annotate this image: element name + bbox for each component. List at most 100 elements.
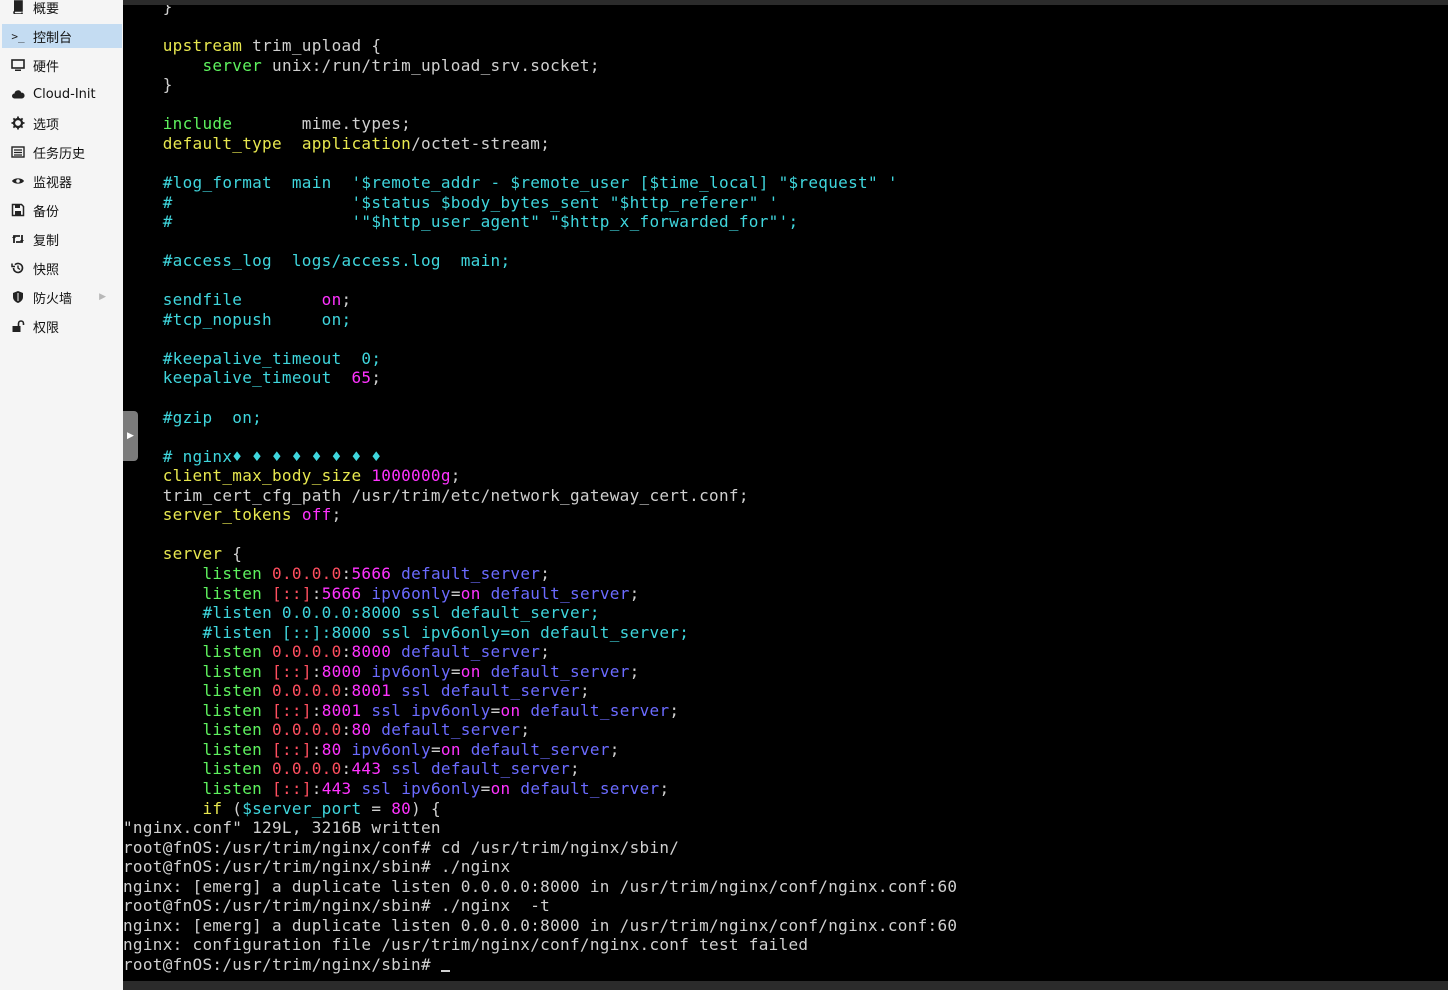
terminal-token: listen: [202, 681, 263, 701]
terminal-token: default_server: [401, 642, 541, 662]
terminal-token: ;: [570, 759, 580, 779]
nav-item-permissions[interactable]: 权限: [2, 314, 122, 338]
cloud-icon: [10, 86, 26, 102]
terminal-token: 0.0.0.0: [272, 642, 342, 662]
terminal-line: listen 0.0.0.0:8000 default_server;: [123, 642, 550, 662]
terminal-token: :: [341, 720, 352, 740]
terminal-token: nginx: configuration file /usr/trim/ngin…: [123, 935, 809, 955]
shield-icon: [10, 289, 26, 305]
nav-item-label: 权限: [33, 320, 60, 336]
terminal-token: ;: [579, 681, 590, 701]
terminal-token: default_type: [162, 133, 282, 153]
nav-item-label: 控制台: [33, 30, 73, 46]
nav-item-summary[interactable]: 概要: [2, 0, 122, 19]
monitor-icon: [10, 57, 26, 73]
terminal-token: sendfile: [162, 290, 243, 310]
terminal-token: ssl: [391, 759, 422, 779]
nav-item-snapshot[interactable]: 快照: [2, 256, 122, 280]
nav-item-replication[interactable]: 复制: [2, 227, 122, 251]
terminal-token: 0.0.0.0: [272, 681, 342, 701]
terminal-token: trim_cert_cfg_path /usr/trim/etc/network…: [162, 485, 749, 505]
terminal-token: :: [311, 700, 322, 720]
terminal-line: keepalive_timeout 65;: [123, 368, 381, 388]
nav-item-cloud-init[interactable]: Cloud-Init: [2, 82, 122, 106]
terminal-token: =: [490, 700, 501, 720]
terminal-token: server: [162, 544, 223, 564]
terminal-token: ;: [331, 505, 342, 525]
terminal-console[interactable]: } upstream trim_upload { server unix:/ru…: [123, 5, 1448, 981]
terminal-token: listen: [202, 642, 263, 662]
terminal-token: :: [311, 739, 322, 759]
terminal-token: ipv6only: [371, 583, 451, 603]
terminal-token: {: [222, 544, 243, 564]
terminal-token: client_max_body_size: [162, 466, 362, 486]
sidebar-collapse-handle[interactable]: ▶: [123, 411, 138, 461]
nav-item-label: 防火墙: [33, 291, 73, 307]
terminal-token: #log_format main '$remote_addr - $remote…: [162, 172, 898, 192]
terminal-line: #log_format main '$remote_addr - $remote…: [123, 173, 898, 193]
terminal-token: listen: [202, 583, 263, 603]
terminal-line: root@fnOS:/usr/trim/nginx/conf# cd /usr/…: [123, 838, 679, 858]
book-icon: [10, 0, 26, 15]
nav-item-backup[interactable]: 备份: [2, 198, 122, 222]
nav-item-firewall[interactable]: 防火墙 ▶: [2, 285, 122, 309]
gear-icon: [10, 115, 26, 131]
terminal-token: nginx: [emerg] a duplicate listen 0.0.0.…: [123, 876, 958, 896]
terminal-token: #listen [::]:8000 ssl ipv6only=on defaul…: [202, 622, 690, 642]
terminal-token: :: [341, 759, 352, 779]
terminal-line: client_max_body_size 1000000g;: [123, 466, 461, 486]
nav-item-hardware[interactable]: 硬件: [2, 53, 122, 77]
terminal-token: root@fnOS:/usr/trim/nginx/sbin#: [123, 954, 441, 974]
terminal-token: =: [361, 798, 392, 818]
terminal-line: listen [::]:443 ssl ipv6only=on default_…: [123, 779, 669, 799]
nav-item-label: 硬件: [33, 59, 60, 75]
terminal-token: 443: [351, 759, 382, 779]
terminal-line: #keepalive_timeout 0;: [123, 349, 381, 369]
terminal-token: application: [301, 133, 412, 153]
terminal-token: ;: [629, 583, 640, 603]
terminal-token: listen: [202, 759, 263, 779]
vm-nav-sidebar: 概要 >_ 控制台 硬件 Cloud-Init 选项 任务历史 监视器 备份 复…: [0, 0, 124, 990]
terminal-token: ;: [371, 368, 382, 388]
terminal-line: # nginx♦ ♦ ♦ ♦ ♦ ♦ ♦ ♦: [123, 447, 381, 467]
terminal-token: on: [440, 739, 461, 759]
terminal-token: :: [341, 681, 352, 701]
nav-item-task-history[interactable]: 任务历史: [2, 140, 122, 164]
terminal-token: unix:/run/trim_upload_srv.socket;: [262, 55, 600, 75]
terminal-token: =: [480, 779, 491, 798]
terminal-icon: >_: [11, 29, 25, 43]
terminal-token: [::]: [272, 661, 312, 681]
terminal-token: 8001: [321, 700, 362, 720]
terminal-line: nginx: [emerg] a duplicate listen 0.0.0.…: [123, 877, 957, 897]
terminal-line: "nginx.conf" 129L, 3216B written: [123, 818, 441, 838]
nav-item-monitor[interactable]: 监视器: [2, 169, 122, 193]
terminal-token: ipv6only: [371, 661, 451, 681]
terminal-line: root@fnOS:/usr/trim/nginx/sbin#: [123, 955, 450, 975]
terminal-token: (: [222, 798, 243, 818]
terminal-line: listen 0.0.0.0:5666 default_server;: [123, 564, 550, 584]
terminal-token: ;: [669, 700, 680, 720]
nav-item-options[interactable]: 选项: [2, 111, 122, 135]
terminal-scrollbar[interactable]: [123, 981, 1448, 990]
nav-item-label: 备份: [33, 204, 60, 220]
terminal-token: :: [311, 661, 322, 681]
chevron-right-icon: ▶: [99, 292, 106, 302]
terminal-line: server {: [123, 544, 242, 564]
nav-item-label: 快照: [33, 262, 60, 278]
terminal-line: nginx: [emerg] a duplicate listen 0.0.0.…: [123, 916, 957, 936]
nav-item-console[interactable]: >_ 控制台: [2, 24, 122, 48]
terminal-token: $server_port: [242, 798, 362, 818]
terminal-token: 5666: [321, 583, 362, 603]
terminal-line: root@fnOS:/usr/trim/nginx/sbin# ./nginx: [123, 857, 510, 877]
